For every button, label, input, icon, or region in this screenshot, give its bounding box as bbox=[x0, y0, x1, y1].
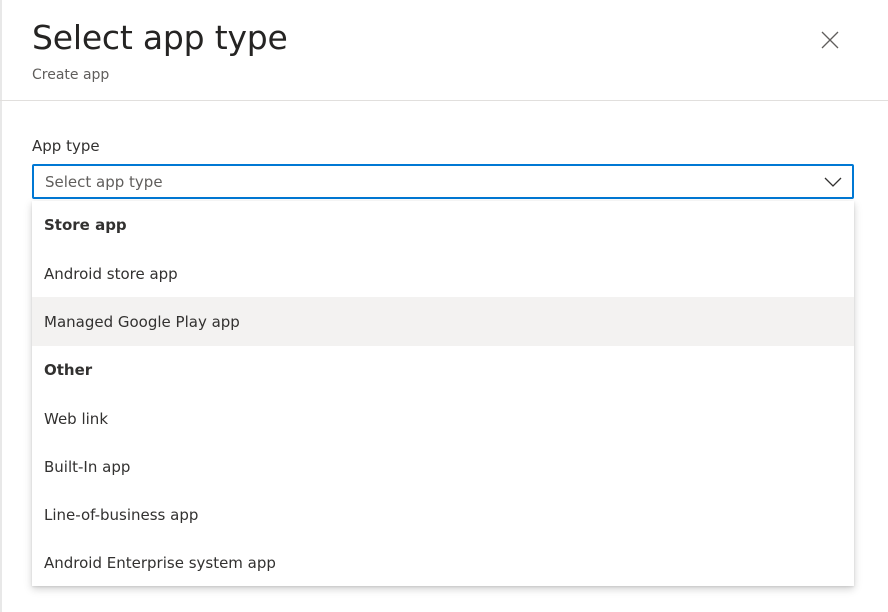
app-type-select[interactable]: Select app type bbox=[32, 164, 854, 199]
create-app-panel: Select app type Create app App type Sele… bbox=[0, 0, 888, 612]
option-line-of-business-app[interactable]: Line-of-business app bbox=[32, 490, 854, 539]
page-subtitle: Create app bbox=[32, 67, 110, 83]
panel-header: Select app type Create app bbox=[0, 0, 888, 101]
chevron-down-icon bbox=[824, 177, 842, 187]
close-icon bbox=[821, 31, 839, 49]
option-managed-google-play-app[interactable]: Managed Google Play app bbox=[32, 297, 854, 346]
close-button[interactable] bbox=[812, 22, 848, 58]
app-type-label: App type bbox=[32, 137, 100, 155]
group-header-store-app: Store app bbox=[44, 216, 127, 234]
option-web-link[interactable]: Web link bbox=[32, 394, 854, 443]
app-type-select-value: Select app type bbox=[45, 173, 163, 191]
page-title: Select app type bbox=[32, 18, 288, 57]
app-type-dropdown-list: Store app Android store app Managed Goog… bbox=[32, 201, 854, 586]
group-header-other: Other bbox=[44, 361, 93, 379]
option-android-enterprise-system-app[interactable]: Android Enterprise system app bbox=[32, 538, 854, 587]
option-android-store-app[interactable]: Android store app bbox=[32, 249, 854, 298]
option-built-in-app[interactable]: Built-In app bbox=[32, 442, 854, 491]
